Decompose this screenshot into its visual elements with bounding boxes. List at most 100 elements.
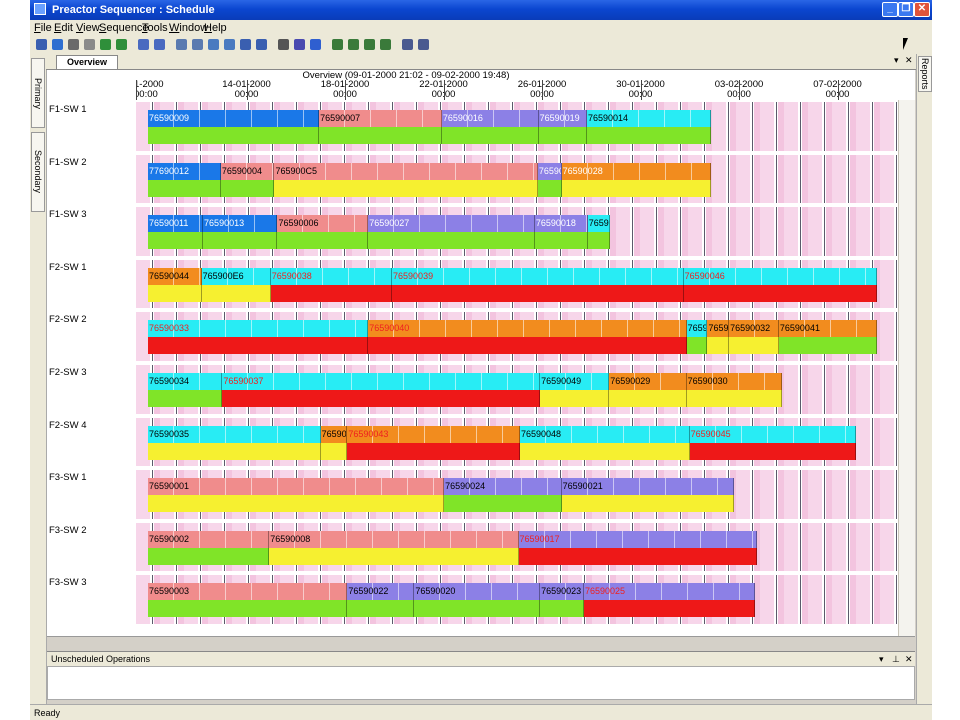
- operation-bar[interactable]: 76590040: [368, 320, 687, 338]
- operation-bar[interactable]: 76590028: [561, 162, 712, 180]
- close-document-icon[interactable]: ✕: [905, 55, 913, 66]
- operation-bar-lower[interactable]: [537, 179, 562, 197]
- operation-bar-lower[interactable]: [518, 547, 758, 565]
- operation-bar[interactable]: 7659: [707, 320, 730, 338]
- tab-list-icon[interactable]: ▾: [894, 55, 899, 66]
- operation-bar[interactable]: 76590041: [778, 320, 878, 338]
- check-icon[interactable]: [116, 39, 127, 50]
- operation-bar-lower[interactable]: [561, 495, 734, 513]
- layout2-icon[interactable]: [418, 39, 429, 50]
- operation-bar-lower[interactable]: [534, 232, 588, 250]
- menu-edit[interactable]: Edit: [54, 22, 73, 34]
- operation-bar-lower[interactable]: [392, 284, 684, 302]
- chart2-icon[interactable]: [224, 39, 235, 50]
- menu-file[interactable]: File: [34, 22, 52, 34]
- operation-bar-lower[interactable]: [540, 390, 610, 407]
- layout-icon[interactable]: [402, 39, 413, 50]
- operation-bar[interactable]: 76590018: [534, 215, 588, 233]
- tab-primary-calendars[interactable]: Primary Calendars: [30, 58, 45, 128]
- find-icon[interactable]: [278, 39, 289, 50]
- grid-icon[interactable]: [176, 39, 187, 50]
- chart-icon[interactable]: [208, 39, 219, 50]
- operation-bar[interactable]: 7659: [587, 215, 611, 233]
- sequence2-icon[interactable]: [256, 39, 267, 50]
- operation-bar-lower[interactable]: [148, 284, 202, 302]
- zoom-in-icon[interactable]: [332, 39, 343, 50]
- help-icon[interactable]: [310, 39, 321, 50]
- menu-view[interactable]: View: [76, 22, 100, 34]
- operation-bar[interactable]: 76590004: [220, 162, 275, 180]
- panel-close-icon[interactable]: ✕: [905, 652, 913, 666]
- operation-bar-lower[interactable]: [689, 442, 856, 460]
- redo-icon[interactable]: [154, 39, 165, 50]
- operation-bar[interactable]: 76590046: [683, 267, 878, 285]
- operation-bar-lower[interactable]: [540, 600, 584, 618]
- operation-bar[interactable]: 76590003: [148, 583, 348, 601]
- resource-label[interactable]: F1-SW 3: [49, 209, 86, 220]
- resource-label[interactable]: F1-SW 2: [49, 157, 86, 168]
- operation-bar[interactable]: 76590008: [269, 530, 519, 548]
- operation-bar-lower[interactable]: [148, 232, 204, 250]
- operation-bar-lower[interactable]: [269, 547, 519, 565]
- operation-bar-lower[interactable]: [148, 390, 223, 407]
- operation-bar-lower[interactable]: [277, 232, 369, 250]
- undo-icon[interactable]: [138, 39, 149, 50]
- resource-label[interactable]: F2-SW 3: [49, 367, 86, 378]
- operation-bar-lower[interactable]: [148, 127, 320, 144]
- operation-bar-lower[interactable]: [586, 127, 712, 144]
- operation-bar-lower[interactable]: [368, 337, 687, 355]
- panel-menu-icon[interactable]: ▾: [879, 652, 884, 666]
- operation-bar-lower[interactable]: [274, 179, 538, 197]
- zoom-reset-icon[interactable]: [380, 39, 391, 50]
- operation-bar-lower[interactable]: [148, 495, 445, 513]
- operation-bar[interactable]: 76590034: [148, 373, 223, 390]
- operation-bar[interactable]: 76590020: [414, 583, 541, 601]
- print-icon[interactable]: [68, 39, 79, 50]
- gantt-chart-area[interactable]: 76590009 76590007 76590016 76590019 76590014…: [136, 100, 898, 636]
- operation-bar[interactable]: 76590019: [538, 110, 587, 127]
- operation-bar-lower[interactable]: [686, 337, 708, 355]
- operation-bar[interactable]: 76590030: [686, 373, 782, 390]
- operation-bar-lower[interactable]: [444, 495, 562, 513]
- operation-bar[interactable]: 76590022: [347, 583, 415, 601]
- operation-bar-lower[interactable]: [520, 442, 690, 460]
- operation-bar[interactable]: 76590027: [368, 215, 535, 233]
- operation-bar-lower[interactable]: [203, 232, 278, 250]
- operation-bar[interactable]: 76590039: [392, 267, 684, 285]
- zoom-fit-icon[interactable]: [364, 39, 375, 50]
- operation-bar-lower[interactable]: [729, 337, 779, 355]
- operation-bar[interactable]: 765900E6: [201, 267, 271, 285]
- minimize-icon[interactable]: _: [882, 2, 898, 17]
- globe-icon[interactable]: [100, 39, 111, 50]
- operation-bar-lower[interactable]: [201, 284, 271, 302]
- maximize-icon[interactable]: ❐: [898, 2, 914, 17]
- operation-bar-lower[interactable]: [414, 600, 541, 618]
- operation-bar[interactable]: 7659: [686, 320, 708, 338]
- operation-bar-lower[interactable]: [368, 232, 535, 250]
- operation-bar[interactable]: 76590049: [540, 373, 610, 390]
- tab-overview[interactable]: Overview: [56, 55, 118, 69]
- operation-bar-lower[interactable]: [347, 600, 415, 618]
- resource-label[interactable]: F2-SW 2: [49, 314, 86, 325]
- operation-bar[interactable]: 76590023: [540, 583, 584, 601]
- operation-bar[interactable]: 76590024: [444, 478, 562, 496]
- operation-bar[interactable]: 76590037: [222, 373, 541, 390]
- vertical-scrollbar[interactable]: [898, 100, 915, 636]
- operation-bar[interactable]: 76590021: [561, 478, 734, 496]
- operation-bar-lower[interactable]: [683, 284, 878, 302]
- operation-bar[interactable]: 76590014: [586, 110, 712, 127]
- operation-bar-lower[interactable]: [148, 547, 270, 565]
- grid2-icon[interactable]: [192, 39, 203, 50]
- operation-bar[interactable]: 76590029: [609, 373, 687, 390]
- operation-bar[interactable]: 76590017: [518, 530, 758, 548]
- zoom-out-icon[interactable]: [348, 39, 359, 50]
- resource-label[interactable]: F3-SW 2: [49, 525, 86, 536]
- operation-bar[interactable]: 76590009: [148, 110, 320, 127]
- operation-bar[interactable]: 77690012: [148, 162, 221, 180]
- operation-bar-lower[interactable]: [148, 442, 321, 460]
- operation-bar[interactable]: 76590002: [148, 530, 270, 548]
- operation-bar-lower[interactable]: [609, 390, 687, 407]
- operation-bar-lower[interactable]: [686, 390, 782, 407]
- operation-bar[interactable]: 76590011: [148, 215, 204, 233]
- operation-bar-lower[interactable]: [148, 600, 348, 618]
